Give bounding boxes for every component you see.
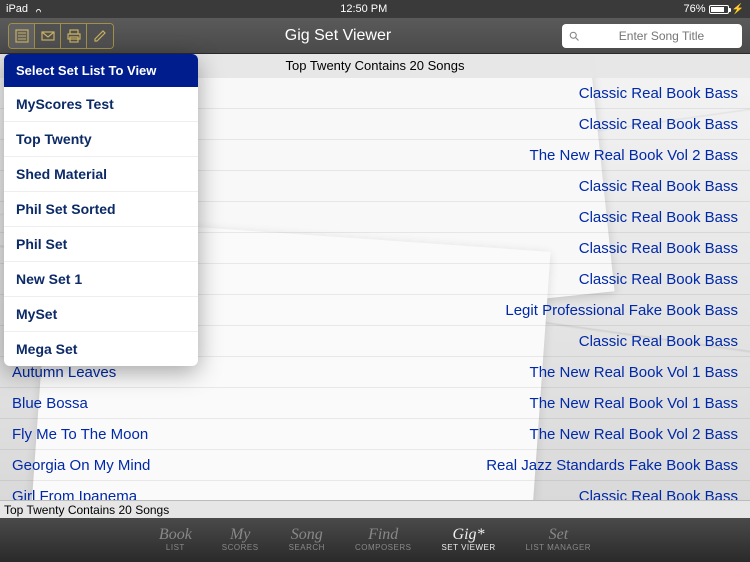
song-title: Autumn Leaves: [12, 364, 116, 381]
song-book: Legit Professional Fake Book Bass: [505, 302, 738, 319]
mail-icon: [40, 28, 56, 44]
dropdown-item[interactable]: Mega Set: [4, 332, 198, 366]
toolbar-button-group: [8, 23, 114, 49]
tab-scores[interactable]: MySCORES: [222, 527, 259, 553]
list-button[interactable]: [9, 24, 35, 48]
tab-label-top: Gig*: [441, 527, 495, 543]
dropdown-item[interactable]: Top Twenty: [4, 122, 198, 157]
song-book: Classic Real Book Bass: [579, 209, 738, 226]
search-input[interactable]: [584, 29, 739, 43]
tab-label-bottom: SCORES: [222, 543, 259, 553]
status-bar: iPad 12:50 PM 76% ⚡: [0, 0, 750, 18]
list-icon: [14, 28, 30, 44]
song-book: Classic Real Book Bass: [579, 178, 738, 195]
setlist-dropdown: Select Set List To View MyScores TestTop…: [4, 54, 198, 366]
tab-bar: BookLIST MySCORES SongSEARCH FindCOMPOSERS G…: [0, 518, 750, 562]
search-icon: [568, 30, 580, 42]
song-book: The New Real Book Vol 1 Bass: [530, 395, 738, 412]
page-title: Gig Set Viewer: [114, 27, 562, 45]
tab-label-bottom: COMPOSERS: [355, 543, 412, 553]
song-row[interactable]: Fly Me To The Moon The New Real Book Vol …: [0, 419, 750, 450]
edit-button[interactable]: [87, 24, 113, 48]
song-book: Classic Real Book Bass: [579, 333, 738, 350]
song-book: Classic Real Book Bass: [579, 271, 738, 288]
search-box[interactable]: [562, 24, 742, 48]
tab-label-top: Song: [289, 527, 325, 543]
tab-list[interactable]: BookLIST: [159, 527, 192, 553]
tab-label-bottom: LIST MANAGER: [526, 543, 591, 553]
tab-label-top: Book: [159, 527, 192, 543]
dropdown-item[interactable]: Shed Material: [4, 157, 198, 192]
song-book: The New Real Book Vol 2 Bass: [530, 147, 738, 164]
song-row[interactable]: Georgia On My Mind Real Jazz Standards Fa…: [0, 450, 750, 481]
song-book: The New Real Book Vol 1 Bass: [530, 364, 738, 381]
dropdown-item[interactable]: New Set 1: [4, 262, 198, 297]
tab-label-bottom: SET VIEWER: [441, 543, 495, 553]
tab-list-manager[interactable]: SetLIST MANAGER: [526, 527, 591, 553]
tab-composers[interactable]: FindCOMPOSERS: [355, 527, 412, 553]
battery-percent: 76%: [684, 3, 706, 15]
song-title: Georgia On My Mind: [12, 457, 150, 474]
song-book: Classic Real Book Bass: [579, 240, 738, 257]
song-book: Classic Real Book Bass: [579, 116, 738, 133]
song-row[interactable]: Blue Bossa The New Real Book Vol 1 Bass: [0, 388, 750, 419]
song-title: Fly Me To The Moon: [12, 426, 148, 443]
dropdown-item[interactable]: MyScores Test: [4, 87, 198, 122]
tab-label-bottom: LIST: [159, 543, 192, 553]
dropdown-item[interactable]: Phil Set Sorted: [4, 192, 198, 227]
carrier-label: iPad: [6, 3, 28, 15]
song-title: Blue Bossa: [12, 395, 88, 412]
song-book: The New Real Book Vol 2 Bass: [530, 426, 738, 443]
dropdown-item[interactable]: Phil Set: [4, 227, 198, 262]
tab-search[interactable]: SongSEARCH: [289, 527, 325, 553]
footer-strip: Top Twenty Contains 20 Songs: [0, 500, 750, 518]
dropdown-item[interactable]: MySet: [4, 297, 198, 332]
tab-set-viewer[interactable]: Gig*SET VIEWER: [441, 527, 495, 553]
mail-button[interactable]: [35, 24, 61, 48]
print-button[interactable]: [61, 24, 87, 48]
tab-label-top: Find: [355, 527, 412, 543]
song-book: Real Jazz Standards Fake Book Bass: [486, 457, 738, 474]
wifi-icon: [32, 5, 44, 14]
battery-icon: [709, 5, 729, 14]
tab-label-top: Set: [526, 527, 591, 543]
print-icon: [66, 28, 82, 44]
pencil-icon: [92, 28, 108, 44]
toolbar: Gig Set Viewer: [0, 18, 750, 54]
song-book: Classic Real Book Bass: [579, 85, 738, 102]
clock: 12:50 PM: [44, 3, 683, 15]
tab-label-top: My: [222, 527, 259, 543]
tab-label-bottom: SEARCH: [289, 543, 325, 553]
charging-icon: ⚡: [732, 4, 744, 15]
dropdown-header: Select Set List To View: [4, 54, 198, 87]
